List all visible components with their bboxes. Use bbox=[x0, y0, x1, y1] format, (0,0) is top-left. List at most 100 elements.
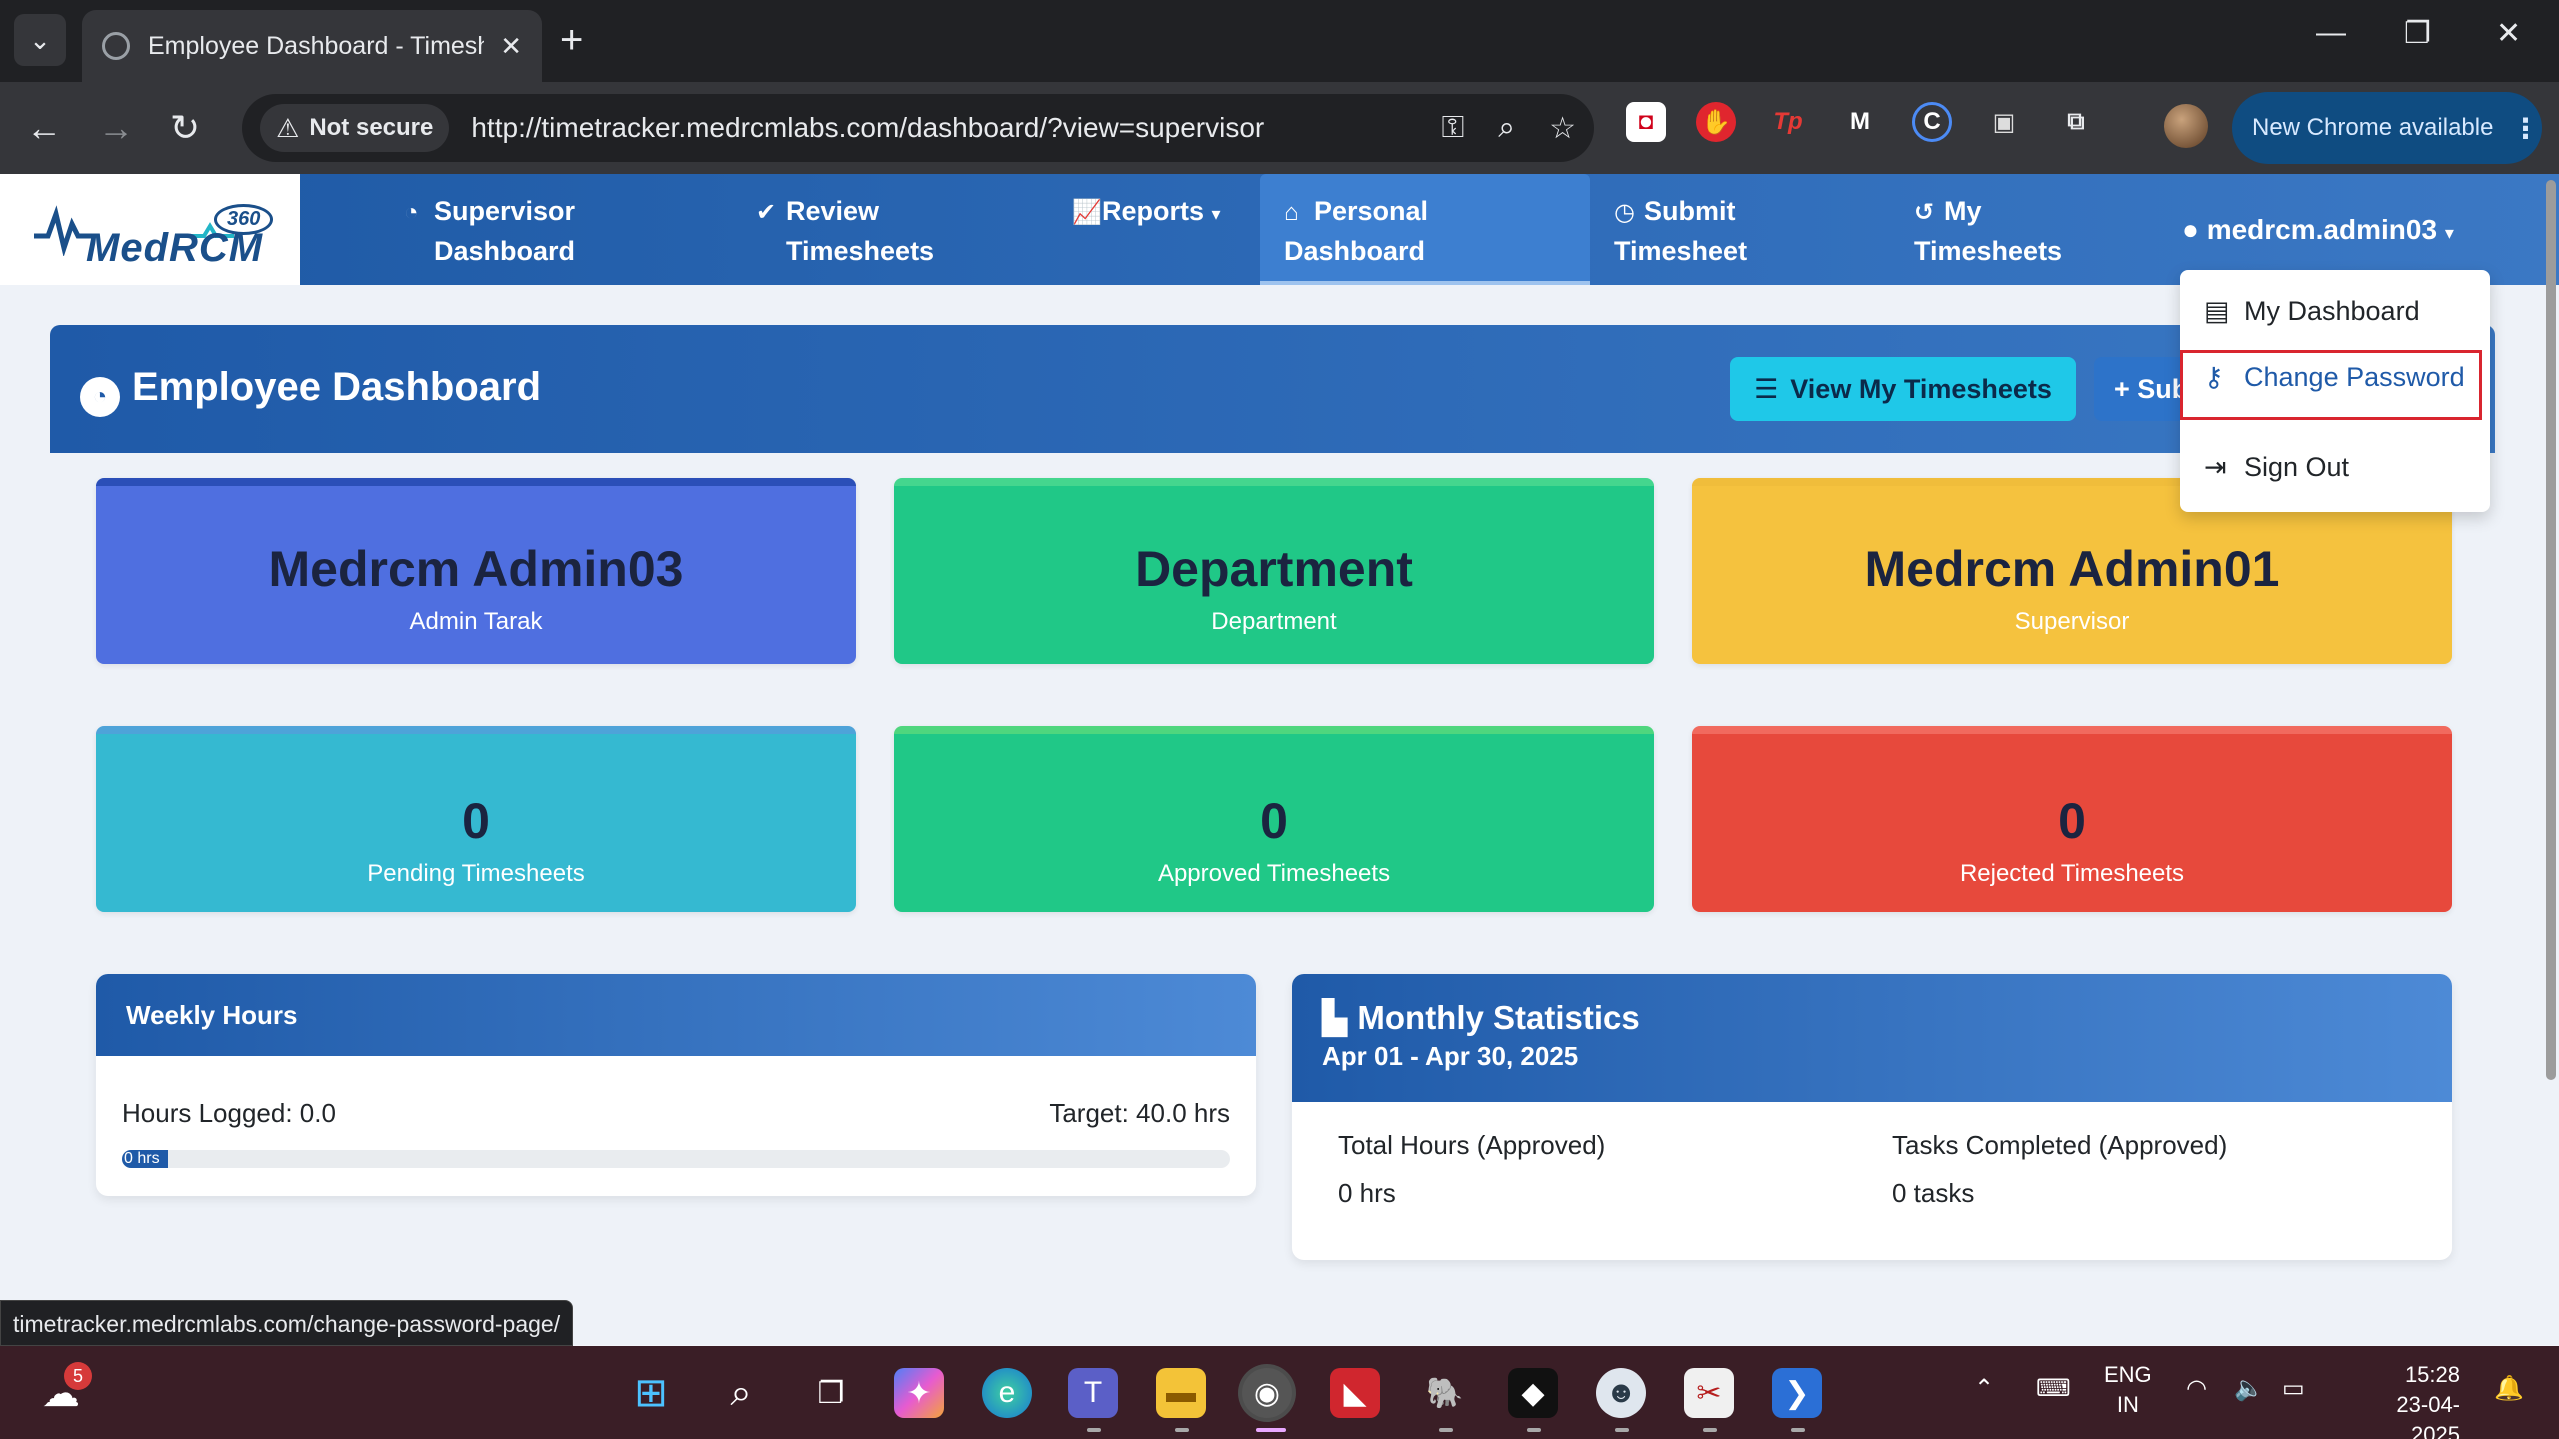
extension-hand-icon[interactable]: ✋ bbox=[1696, 102, 1736, 142]
nav-label-line1: My bbox=[1944, 196, 1982, 226]
monthly-statistics-header: ▙ Monthly Statistics Apr 01 - Apr 30, 202… bbox=[1292, 974, 2452, 1102]
extensions-puzzle-icon[interactable]: ⧉ bbox=[2056, 102, 2096, 142]
box-app-icon[interactable]: ◆ bbox=[1508, 1368, 1558, 1418]
weekly-hours-panel: Weekly Hours Hours Logged: 0.0 Target: 4… bbox=[96, 974, 1256, 1196]
close-tab-icon[interactable]: ✕ bbox=[500, 31, 522, 62]
close-window-button[interactable]: ✕ bbox=[2496, 16, 2521, 51]
sign-out-icon: ⇥ bbox=[2204, 452, 2227, 482]
user-dropdown-menu: ▤ My Dashboard ⚷ Change Password ⇥ Sign Out bbox=[2180, 270, 2490, 512]
reload-icon[interactable]: ↻ bbox=[170, 104, 200, 152]
url-text[interactable]: http://timetracker.medrcmlabs.com/dashbo… bbox=[471, 112, 1407, 144]
restore-button[interactable]: ❐ bbox=[2404, 16, 2431, 51]
monthly-title: Monthly Statistics bbox=[1357, 999, 1640, 1036]
new-chrome-available-button[interactable]: New Chrome available ⋮ bbox=[2232, 92, 2542, 164]
view-my-timesheets-button[interactable]: ☰ View My Timesheets bbox=[1730, 357, 2076, 421]
battery-icon[interactable]: ▭ bbox=[2282, 1374, 2305, 1403]
extension-tp-icon[interactable]: Tp bbox=[1768, 102, 1808, 142]
approved-timesheets-card: 0 Approved Timesheets bbox=[894, 726, 1654, 912]
tasks-completed-label: Tasks Completed (Approved) bbox=[1892, 1130, 2228, 1160]
key-icon[interactable]: ⚿ bbox=[1441, 111, 1464, 145]
nav-label-line1: Submit bbox=[1644, 196, 1736, 226]
teams-icon[interactable]: T bbox=[1068, 1368, 1118, 1418]
copilot-icon[interactable]: ✦ bbox=[894, 1368, 944, 1418]
clock-time: 15:28 bbox=[2404, 1362, 2460, 1387]
weekly-hours-title: Weekly Hours bbox=[96, 974, 1256, 1056]
nav-supervisor-dashboard[interactable]: ◔ Supervisor Dashboard bbox=[404, 174, 704, 285]
address-bar[interactable]: ⚠ Not secure http://timetracker.medrcmla… bbox=[242, 94, 1594, 162]
line-chart-icon: 📈 bbox=[1072, 199, 1102, 226]
department-card: Department Department bbox=[894, 478, 1654, 664]
nav-personal-dashboard[interactable]: ⌂ Personal Dashboard bbox=[1260, 174, 1590, 285]
start-menu-icon[interactable]: ⊞ bbox=[626, 1368, 676, 1418]
nav-label-line1: Supervisor bbox=[434, 196, 576, 226]
update-label: New Chrome available bbox=[2252, 114, 2494, 141]
card-label: Supervisor bbox=[2014, 608, 2130, 635]
profile-avatar[interactable] bbox=[2164, 104, 2208, 148]
caret-down-icon: ▾ bbox=[2444, 223, 2454, 243]
progress-fill: 0 hrs bbox=[122, 1150, 168, 1168]
card-value: Medrcm Admin03 bbox=[268, 541, 684, 597]
snipping-tool-icon[interactable]: ✂ bbox=[1684, 1368, 1734, 1418]
file-explorer-icon[interactable]: ▬ bbox=[1156, 1368, 1206, 1418]
dropdown-my-dashboard[interactable]: ▤ My Dashboard bbox=[2204, 296, 2420, 327]
nav-review-timesheets[interactable]: ✔ Review Timesheets bbox=[756, 174, 1056, 285]
windows-taskbar: ☁ 5 ⊞ ⌕ ❐ ✦ e T ▬ ◉ ◣ 🐘 ◆ ☻ ✂ ❯ ⌃ ⌨ ENG … bbox=[0, 1346, 2559, 1439]
total-hours-value: 0 hrs bbox=[1338, 1178, 1396, 1208]
search-icon[interactable]: ⌕ bbox=[716, 1368, 766, 1418]
rejected-timesheets-card: 0 Rejected Timesheets bbox=[1692, 726, 2452, 912]
menu-item-label: Change Password bbox=[2244, 362, 2465, 392]
extension-pocket-icon[interactable]: ◘ bbox=[1626, 102, 1666, 142]
clock[interactable]: 15:28 23-04-2025 bbox=[2350, 1360, 2460, 1439]
notifications-bell-icon[interactable]: 🔔 bbox=[2494, 1374, 2524, 1403]
hours-logged: Hours Logged: 0.0 bbox=[122, 1098, 336, 1128]
nav-reports-dropdown[interactable]: 📈Reports ▾ bbox=[1072, 174, 1272, 285]
tab-search-button[interactable]: ⌄ bbox=[14, 14, 66, 66]
card-value: Department bbox=[1135, 541, 1413, 597]
running-indicator bbox=[1087, 1428, 1101, 1432]
page-scrollbar[interactable] bbox=[2546, 180, 2556, 1080]
edge-browser-icon[interactable]: e bbox=[982, 1368, 1032, 1418]
extension-c-icon[interactable]: C bbox=[1912, 102, 1952, 142]
minimize-button[interactable]: — bbox=[2316, 16, 2346, 50]
username: medrcm.admin03 bbox=[2206, 214, 2438, 245]
pgadmin-elephant-icon[interactable]: 🐘 bbox=[1420, 1368, 1470, 1418]
back-icon[interactable]: ← bbox=[26, 104, 62, 152]
nav-my-timesheets[interactable]: ↺ My Timesheets bbox=[1914, 174, 2174, 285]
site-info-chip[interactable]: ⚠ Not secure bbox=[260, 104, 450, 152]
nav-label-line2: Timesheets bbox=[1914, 236, 2063, 266]
show-hidden-icons-chevron[interactable]: ⌃ bbox=[1974, 1374, 1994, 1403]
nav-submit-timesheet[interactable]: ◷ Submit Timesheet bbox=[1614, 174, 1874, 285]
running-indicator bbox=[1615, 1428, 1629, 1432]
card-value: 0 bbox=[1260, 793, 1288, 849]
wifi-icon[interactable]: ◠ bbox=[2186, 1374, 2207, 1403]
dropdown-sign-out[interactable]: ⇥ Sign Out bbox=[2204, 452, 2349, 483]
dropdown-change-password[interactable]: ⚷ Change Password bbox=[2204, 362, 2465, 393]
medrcm-logo[interactable]: MedRCM 360 bbox=[0, 174, 300, 285]
card-label: Admin Tarak bbox=[409, 608, 543, 635]
new-tab-button[interactable]: + bbox=[560, 18, 583, 62]
hours-target: Target: 40.0 hrs bbox=[1049, 1098, 1230, 1128]
language-indicator[interactable]: ENG IN bbox=[2104, 1360, 2152, 1420]
tasks-completed-value: 0 tasks bbox=[1892, 1178, 1975, 1208]
volume-icon[interactable]: 🔈 bbox=[2234, 1374, 2264, 1403]
chrome-icon[interactable]: ◉ bbox=[1242, 1368, 1292, 1418]
bookmark-star-icon[interactable]: ☆ bbox=[1549, 111, 1576, 146]
browser-tab[interactable]: Employee Dashboard - Timeshe ✕ bbox=[82, 10, 542, 82]
more-menu-icon[interactable]: ⋮ bbox=[2511, 112, 2539, 145]
monthly-date-range: Apr 01 - Apr 30, 2025 bbox=[1322, 1041, 1579, 1071]
logo-360-badge: 360 bbox=[214, 204, 274, 235]
menu-item-label: My Dashboard bbox=[2244, 296, 2420, 326]
link-status-bubble: timetracker.medrcmlabs.com/change-passwo… bbox=[0, 1300, 574, 1346]
browser-tab-bar: ⌄ Employee Dashboard - Timeshe ✕ + — ❐ ✕ bbox=[0, 0, 2559, 82]
github-desktop-icon[interactable]: ☻ bbox=[1596, 1368, 1646, 1418]
powershell-icon[interactable]: ❯ bbox=[1772, 1368, 1822, 1418]
task-view-icon[interactable]: ❐ bbox=[806, 1368, 856, 1418]
total-hours-label: Total Hours (Approved) bbox=[1338, 1130, 1606, 1160]
user-menu-toggle[interactable]: ● medrcm.admin03 ▾ bbox=[2182, 214, 2454, 246]
extension-gallery-icon[interactable]: ▣ bbox=[1984, 102, 2024, 142]
zoom-icon[interactable]: ⌕ bbox=[1498, 111, 1515, 145]
extension-m-icon[interactable]: M bbox=[1840, 102, 1880, 142]
amd-software-icon[interactable]: ◣ bbox=[1330, 1368, 1380, 1418]
forward-icon[interactable]: → bbox=[98, 104, 134, 152]
keyboard-icon[interactable]: ⌨ bbox=[2036, 1374, 2071, 1403]
